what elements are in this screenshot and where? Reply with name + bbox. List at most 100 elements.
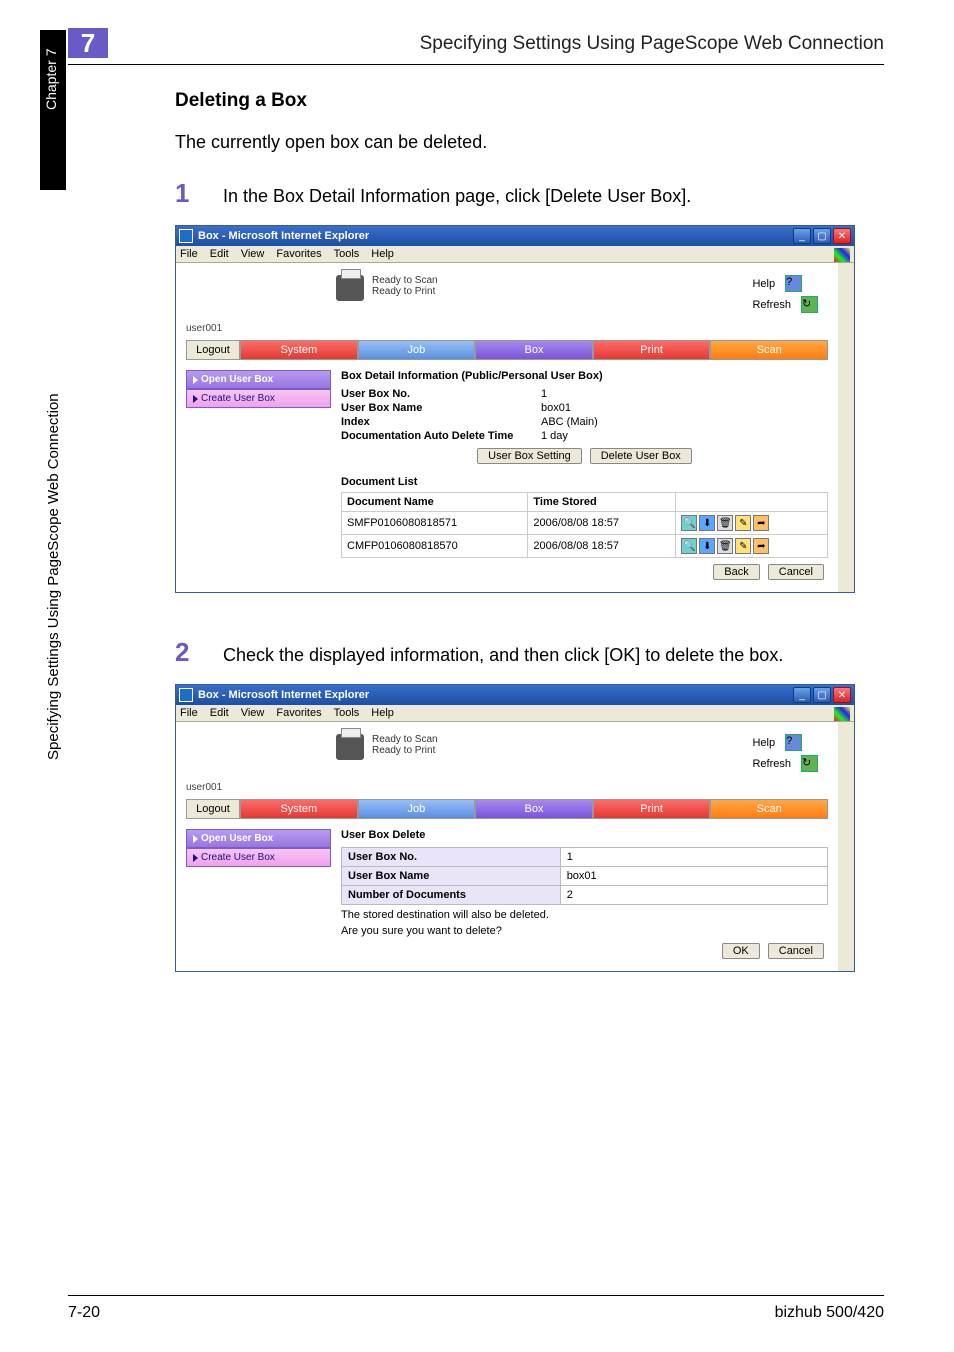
minimize-button[interactable]: _ [793, 228, 811, 244]
refresh-icon[interactable]: ↻ [801, 296, 818, 313]
menu-help[interactable]: Help [371, 707, 394, 719]
ie-flag-icon [834, 248, 850, 262]
cancel-button[interactable]: Cancel [768, 943, 824, 959]
edit-icon[interactable]: ✎ [735, 538, 751, 554]
printer-icon [336, 275, 364, 301]
delete-title: User Box Delete [341, 829, 828, 841]
minimize-button[interactable]: _ [793, 687, 811, 703]
menu-help[interactable]: Help [371, 248, 394, 260]
tab-system[interactable]: System [240, 340, 358, 360]
download-icon[interactable]: ⬇ [699, 538, 715, 554]
help-link[interactable]: Help [752, 278, 775, 290]
tab-system[interactable]: System [240, 799, 358, 819]
menu-file[interactable]: File [180, 707, 198, 719]
side-tab: Chapter 7 [40, 30, 66, 190]
tab-job[interactable]: Job [358, 340, 476, 360]
table-row: CMFP0106080818570 2006/08/08 18:57 🔍 ⬇ 🗑… [342, 535, 828, 558]
footer-product: bizhub 500/420 [775, 1304, 884, 1322]
logout-button[interactable]: Logout [186, 799, 240, 819]
status-print: Ready to Print [372, 286, 438, 297]
status-scan: Ready to Scan [372, 275, 438, 286]
ie-titlebar: Box - Microsoft Internet Explorer _ ▢ ✕ [176, 226, 854, 246]
help-icon[interactable]: ? [785, 275, 802, 292]
detail-k2: User Box Name [341, 402, 541, 414]
status-scan: Ready to Scan [372, 734, 438, 745]
download-icon[interactable]: ⬇ [699, 515, 715, 531]
side-long-label: Specifying Settings Using PageScope Web … [45, 393, 62, 760]
printer-icon [336, 734, 364, 760]
sidebar-create-user-box[interactable]: Create User Box [186, 389, 331, 408]
header-rule [68, 64, 884, 65]
ie-window-delete: Box - Microsoft Internet Explorer _ ▢ ✕ … [175, 684, 855, 972]
tab-job[interactable]: Job [358, 799, 476, 819]
step-2: 2 Check the displayed information, and t… [175, 637, 884, 668]
trash-icon[interactable]: 🗑 [717, 515, 733, 531]
send-icon[interactable]: ➦ [753, 538, 769, 554]
ie-title: Box - Microsoft Internet Explorer [198, 230, 793, 242]
footer-rule [68, 1295, 884, 1296]
sidebar-open-user-box[interactable]: Open User Box [186, 370, 331, 389]
ie-flag-icon [834, 707, 850, 721]
table-row: SMFP0106080818571 2006/08/08 18:57 🔍 ⬇ 🗑… [342, 512, 828, 535]
detail-k4: Documentation Auto Delete Time [341, 430, 541, 442]
sidebar-open-user-box[interactable]: Open User Box [186, 829, 331, 848]
ie-window-detail: Box - Microsoft Internet Explorer _ ▢ ✕ … [175, 225, 855, 593]
document-list-table: Document Name Time Stored SMFP0106080818… [341, 492, 828, 558]
tab-box[interactable]: Box [475, 340, 593, 360]
tab-print[interactable]: Print [593, 340, 711, 360]
menu-favorites[interactable]: Favorites [276, 707, 321, 719]
edit-icon[interactable]: ✎ [735, 515, 751, 531]
maximize-button[interactable]: ▢ [813, 228, 831, 244]
back-button[interactable]: Back [713, 564, 759, 580]
sidebar-create-user-box[interactable]: Create User Box [186, 848, 331, 867]
side-tab-label: Chapter 7 [43, 49, 59, 110]
menu-tools[interactable]: Tools [334, 248, 360, 260]
del-k1: User Box No. [342, 848, 561, 867]
running-header: Specifying Settings Using PageScope Web … [320, 33, 884, 55]
logout-button[interactable]: Logout [186, 340, 240, 360]
view-icon[interactable]: 🔍 [681, 515, 697, 531]
delete-user-box-button[interactable]: Delete User Box [590, 448, 692, 464]
doc-th-actions [676, 493, 828, 512]
view-icon[interactable]: 🔍 [681, 538, 697, 554]
refresh-icon[interactable]: ↻ [801, 755, 818, 772]
step-1: 1 In the Box Detail Information page, cl… [175, 178, 884, 209]
menu-view[interactable]: View [241, 248, 265, 260]
tab-box[interactable]: Box [475, 799, 593, 819]
menu-edit[interactable]: Edit [210, 707, 229, 719]
delete-note-1: The stored destination will also be dele… [341, 909, 828, 921]
del-v3: 2 [560, 886, 827, 905]
step-2-text: Check the displayed information, and the… [223, 645, 884, 666]
detail-v4: 1 day [541, 430, 828, 442]
help-icon[interactable]: ? [785, 734, 802, 751]
send-icon[interactable]: ➦ [753, 515, 769, 531]
intro-text: The currently open box can be deleted. [175, 130, 884, 154]
ie-icon [179, 688, 193, 702]
tab-scan[interactable]: Scan [710, 799, 828, 819]
help-link[interactable]: Help [752, 737, 775, 749]
refresh-link[interactable]: Refresh [752, 299, 791, 311]
tab-print[interactable]: Print [593, 799, 711, 819]
footer-page-number: 7-20 [68, 1304, 100, 1322]
tab-scan[interactable]: Scan [710, 340, 828, 360]
maximize-button[interactable]: ▢ [813, 687, 831, 703]
menu-view[interactable]: View [241, 707, 265, 719]
user-box-setting-button[interactable]: User Box Setting [477, 448, 582, 464]
menu-file[interactable]: File [180, 248, 198, 260]
del-k3: Number of Documents [342, 886, 561, 905]
close-button[interactable]: ✕ [833, 687, 851, 703]
menu-edit[interactable]: Edit [210, 248, 229, 260]
menu-tools[interactable]: Tools [334, 707, 360, 719]
close-button[interactable]: ✕ [833, 228, 851, 244]
step-2-number: 2 [175, 637, 223, 668]
doc-time-2: 2006/08/08 18:57 [528, 535, 676, 558]
menu-favorites[interactable]: Favorites [276, 248, 321, 260]
del-v2: box01 [560, 867, 827, 886]
refresh-link[interactable]: Refresh [752, 758, 791, 770]
cancel-button[interactable]: Cancel [768, 564, 824, 580]
trash-icon[interactable]: 🗑 [717, 538, 733, 554]
detail-title: Box Detail Information (Public/Personal … [341, 370, 828, 382]
ok-button[interactable]: OK [722, 943, 760, 959]
status-print: Ready to Print [372, 745, 438, 756]
user-label: user001 [186, 323, 828, 334]
